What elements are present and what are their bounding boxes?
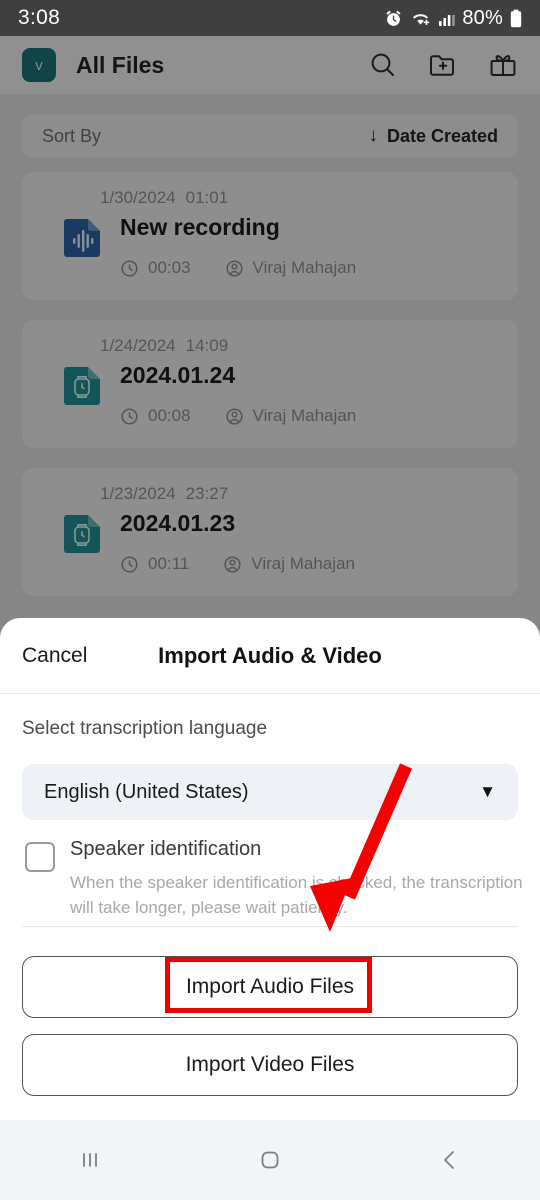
cellular-signal-icon [438,10,456,27]
sort-bar[interactable]: Sort By ↓ Date Created [22,114,518,158]
file-meta: 00:08 Viraj Mahajan [120,406,356,426]
file-date: 1/23/2024 [100,484,176,503]
alarm-icon [384,9,403,28]
status-bar: 3:08 80% [0,0,540,36]
file-datetime: 1/24/2024 14:09 [100,336,228,356]
sort-value-label: Date Created [386,125,498,146]
sheet-title: Import Audio & Video [158,642,382,668]
android-nav-bar [0,1120,540,1200]
file-date: 1/24/2024 [100,336,176,355]
battery-percent-label: 80% [462,6,503,29]
audio-waveform-file-icon [60,216,104,260]
page-title: All Files [76,51,165,78]
battery-icon [510,9,522,28]
sheet-header: Cancel Import Audio & Video [0,618,540,694]
file-meta: 00:03 Viraj Mahajan [120,258,356,278]
back-icon[interactable] [420,1130,480,1190]
import-video-files-button[interactable]: Import Video Files [22,1034,518,1096]
file-time: 14:09 [185,336,229,355]
app-header: v All Files [0,36,540,94]
file-time: 01:01 [185,188,229,207]
file-name: 2024.01.23 [120,510,236,536]
import-bottom-sheet: Cancel Import Audio & Video Select trans… [0,618,540,1120]
file-duration: 00:03 [148,258,191,277]
file-owner: Viraj Mahajan [252,258,357,277]
file-time: 23:27 [185,484,229,503]
speaker-identification-label: Speaker identification [70,838,262,860]
search-icon[interactable] [368,50,398,80]
app-logo-letter: v [35,56,43,74]
language-selected-value: English (United States) [44,780,249,803]
speaker-identification-description: When the speaker identification is check… [70,873,523,917]
language-section-label: Select transcription language [22,718,268,739]
transcription-language-select[interactable]: English (United States) ▼ [22,764,518,820]
status-time: 3:08 [18,6,61,29]
phone-screen: Sort By ↓ Date Created 1/30/2024 01:01 N… [0,0,540,1200]
file-card[interactable]: 1/24/2024 14:09 2024.01.24 00:08 Viraj M… [22,320,518,448]
status-icons: 80% [384,7,522,30]
import-audio-files-button[interactable]: Import Audio Files [22,956,518,1018]
clock-icon [120,407,139,426]
speaker-identification-checkbox[interactable] [25,842,55,872]
recents-icon[interactable] [60,1130,120,1190]
gift-icon[interactable] [488,50,518,80]
file-datetime: 1/23/2024 23:27 [100,484,228,504]
watch-recording-file-icon [60,364,104,408]
home-icon[interactable] [240,1130,300,1190]
app-logo: v [22,48,56,82]
wifi-icon [410,9,431,28]
file-owner: Viraj Mahajan [251,554,355,573]
sheet-divider [22,926,518,927]
person-icon [225,407,244,426]
sort-value-group[interactable]: ↓ Date Created [368,125,498,147]
clock-icon [120,259,139,278]
file-card[interactable]: 1/23/2024 23:27 2024.01.23 00:11 Viraj M… [22,468,518,596]
file-name: New recording [120,214,280,240]
sort-by-label: Sort By [42,125,102,146]
file-card[interactable]: 1/30/2024 01:01 New recording 00:03 Vira… [22,172,518,300]
sort-direction-arrow-icon: ↓ [368,125,378,146]
chevron-down-icon: ▼ [479,782,496,801]
watch-recording-file-icon [60,512,104,556]
file-duration: 00:11 [148,554,190,573]
file-name: 2024.01.24 [120,362,236,388]
file-owner: Viraj Mahajan [252,406,357,425]
header-actions [368,50,518,80]
file-meta: 00:11 Viraj Mahajan [120,554,355,574]
add-folder-icon[interactable] [428,50,458,80]
clock-icon [120,555,139,574]
file-duration: 00:08 [148,406,191,425]
file-date: 1/30/2024 [100,188,176,207]
file-datetime: 1/30/2024 01:01 [100,188,228,208]
person-icon [225,259,244,278]
person-icon [223,555,242,574]
